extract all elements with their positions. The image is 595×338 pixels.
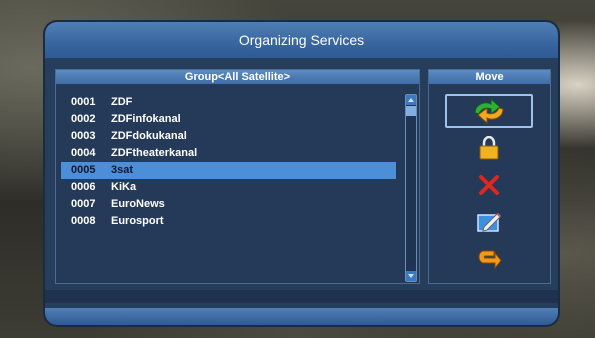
channel-row[interactable]: 0002 ZDFinfokanal (61, 111, 396, 128)
channel-name: ZDFinfokanal (111, 113, 181, 125)
channel-name: 3sat (111, 164, 134, 176)
dialog-title: Organizing Services (45, 22, 558, 58)
channel-row[interactable]: 0006 KiKa (61, 179, 396, 196)
footer-bar (45, 308, 558, 325)
channel-name: Eurosport (111, 215, 164, 227)
channel-list: 0001 ZDF 0002 ZDFinfokanal 0003 ZDFdokukanal 0… (61, 94, 396, 230)
info-bar (45, 290, 558, 303)
rename-edit-icon (477, 213, 501, 232)
move-arrows-icon (474, 97, 504, 125)
channel-row[interactable]: 0007 EuroNews (61, 196, 396, 213)
move-button[interactable] (445, 94, 533, 128)
channel-name: EuroNews (111, 198, 165, 210)
channel-number: 0005 (71, 164, 96, 176)
lock-button[interactable] (445, 131, 533, 165)
channel-row[interactable]: 0008 Eurosport (61, 213, 396, 230)
channel-number: 0003 (71, 130, 96, 142)
delete-button[interactable] (445, 168, 533, 202)
list-scrollbar[interactable] (405, 94, 417, 282)
channel-name: ZDFdokukanal (111, 130, 187, 142)
action-panel: Move (428, 69, 551, 284)
channel-name: KiKa (111, 181, 137, 193)
scroll-up-arrow-icon[interactable] (406, 95, 416, 105)
scroll-down-arrow-icon[interactable] (406, 271, 416, 281)
channel-row[interactable]: 0004 ZDFtheaterkanal (61, 145, 396, 162)
return-button[interactable] (445, 242, 533, 276)
return-icon (478, 250, 502, 270)
organizing-services-dialog: Organizing Services Group<All Satellite>… (45, 22, 558, 325)
channel-name: ZDFtheaterkanal (111, 147, 198, 159)
channel-number: 0004 (71, 147, 96, 159)
move-header: Move (429, 70, 550, 84)
group-header: Group<All Satellite> (56, 70, 419, 84)
channel-number: 0007 (71, 198, 96, 210)
delete-icon (479, 175, 499, 195)
rename-button[interactable] (445, 205, 533, 239)
lock-icon (479, 136, 499, 160)
channel-name: ZDF (111, 96, 133, 108)
channel-row[interactable]: 0001 ZDF (61, 94, 396, 111)
channel-number: 0001 (71, 96, 96, 108)
channel-row[interactable]: 0003 ZDFdokukanal (61, 128, 396, 145)
channel-number: 0006 (71, 181, 96, 193)
scroll-thumb[interactable] (406, 106, 416, 116)
channel-number: 0008 (71, 215, 96, 227)
channel-list-panel: Group<All Satellite> 0001 ZDF 0002 ZDFinfok… (55, 69, 420, 284)
channel-row[interactable]: 0005 3sat (61, 162, 396, 179)
channel-number: 0002 (71, 113, 96, 125)
